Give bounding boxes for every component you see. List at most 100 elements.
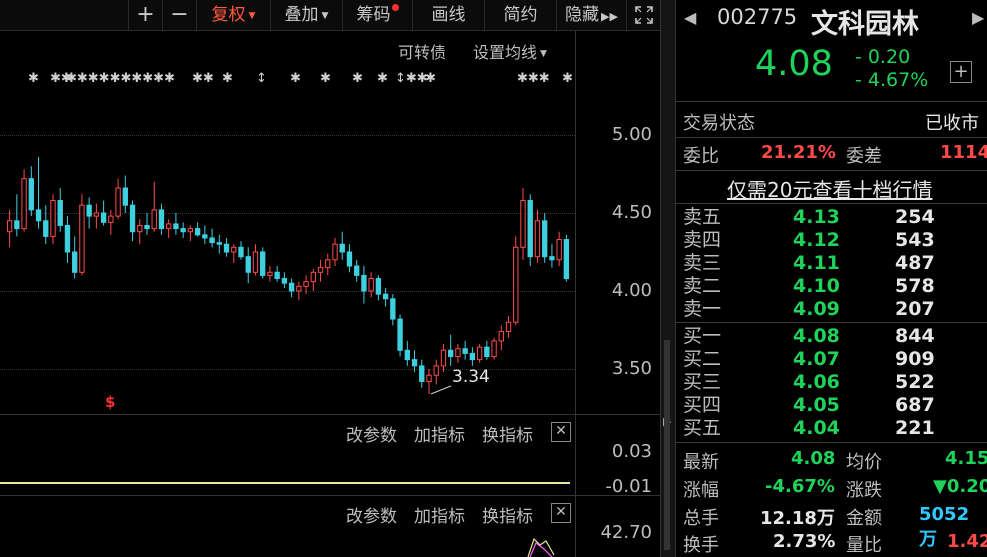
prev-stock-icon[interactable]: ◀ — [684, 8, 696, 27]
candle-body — [426, 374, 432, 382]
volume-value: 12.18万 — [760, 508, 835, 529]
avg-price-label: 均价 — [846, 452, 882, 473]
candle-body — [100, 212, 107, 223]
add-indicator-button[interactable]: 加指标 — [414, 502, 465, 527]
weibi-label: 委比 — [683, 146, 719, 167]
ask-row[interactable]: 卖一 4.09 207 — [675, 298, 987, 321]
avg-price-value: 4.15 — [945, 448, 987, 469]
notification-dot-icon — [391, 4, 399, 11]
volume-label: 总手 — [683, 508, 719, 529]
weibi-value: 21.21% — [761, 142, 836, 163]
next-stock-icon[interactable]: ▶ — [972, 8, 984, 27]
candle-body — [296, 285, 302, 292]
draw-line-button[interactable]: 画线 — [412, 0, 484, 30]
bid-level-label: 买五 — [683, 417, 722, 439]
bid-row[interactable]: 买三 4.06 522 — [675, 371, 987, 394]
candle-body — [180, 228, 186, 233]
hide-label: 隐藏 — [565, 5, 600, 25]
close-indicator-icon[interactable]: ✕ — [551, 422, 571, 442]
bid-level-label: 买三 — [683, 371, 722, 393]
level2-upsell-link[interactable]: 仅需20元查看十档行情 — [727, 174, 932, 203]
candle-body — [303, 281, 309, 287]
ask-price: 4.09 — [793, 298, 840, 320]
ask-row[interactable]: 卖五 4.13 254 — [675, 206, 987, 229]
price-axis-tick: 4.50 — [611, 202, 652, 223]
simple-mode-button[interactable]: 简约 — [484, 0, 556, 30]
switch-indicator-button[interactable]: 换指标 — [482, 421, 533, 446]
chevron-down-icon: ▼ — [321, 11, 329, 21]
panel-resize-handle[interactable]: ▶ — [660, 0, 676, 557]
ask-volume: 207 — [895, 298, 935, 320]
bid-price: 4.06 — [793, 371, 840, 393]
candle-body — [325, 259, 331, 269]
candle-body — [187, 228, 194, 233]
indicator-axis-tick: 0.03 — [611, 441, 652, 462]
candle-body — [556, 239, 562, 261]
hide-button[interactable]: 隐藏 ▶▶ — [556, 0, 626, 30]
price-axis-tick: 4.00 — [611, 280, 652, 301]
add-indicator-button[interactable]: 加指标 — [414, 421, 465, 446]
scrollbar[interactable] — [664, 340, 670, 550]
ask-row[interactable]: 卖三 4.11 487 — [675, 252, 987, 275]
switch-indicator-button[interactable]: 换指标 — [482, 502, 533, 527]
price-change: - 0.20 — [855, 46, 911, 68]
candle-body — [448, 349, 454, 358]
candle-body — [274, 271, 280, 280]
candle-body — [209, 237, 215, 244]
add-watchlist-icon[interactable]: + — [950, 61, 972, 83]
candle-body — [462, 348, 468, 354]
candle-body — [520, 200, 526, 248]
bid-price: 4.08 — [793, 325, 840, 347]
bid-row[interactable]: 买四 4.05 687 — [675, 394, 987, 417]
candle-body — [216, 242, 222, 245]
candle-body — [354, 265, 360, 276]
candle-body — [252, 251, 259, 273]
bid-row[interactable]: 买二 4.07 909 — [675, 348, 987, 371]
zoom-out-button[interactable]: − — [162, 0, 196, 30]
latest-label: 最新 — [683, 452, 719, 473]
candle-body — [231, 246, 237, 253]
divider — [675, 101, 987, 102]
ask-row[interactable]: 卖四 4.12 543 — [675, 229, 987, 252]
indicator-curves — [527, 537, 555, 557]
candle-body — [411, 359, 418, 367]
bid-volume: 221 — [895, 417, 935, 439]
candle-body — [115, 187, 121, 217]
candle-body — [361, 274, 367, 292]
bid-row[interactable]: 买五 4.04 221 — [675, 417, 987, 440]
close-indicator-icon[interactable]: ✕ — [551, 503, 571, 523]
overlay-dropdown[interactable]: 叠加 ▼ — [270, 0, 342, 30]
candle-body — [137, 224, 143, 233]
candle-body — [64, 224, 71, 253]
candle-body — [14, 220, 20, 230]
ask-row[interactable]: 卖二 4.10 578 — [675, 275, 987, 298]
candle-body — [527, 200, 533, 258]
ask-price: 4.10 — [793, 275, 840, 297]
candle-body — [144, 224, 150, 230]
overlay-label: 叠加 — [284, 5, 319, 25]
candle-body — [397, 318, 403, 351]
low-price-arrow — [430, 385, 452, 395]
chips-button[interactable]: 筹码 — [342, 0, 412, 30]
price-change-pct: - 4.67% — [855, 69, 929, 91]
candle-body — [455, 348, 461, 358]
candlestick-chart[interactable] — [0, 31, 575, 416]
fuquan-dropdown[interactable]: 复权 ▼ — [196, 0, 270, 30]
ask-volume: 578 — [895, 275, 935, 297]
candle-body — [549, 256, 555, 261]
divider — [675, 203, 987, 204]
candle-body — [6, 220, 13, 233]
candle-body — [484, 346, 490, 358]
fullscreen-icon — [634, 6, 653, 24]
latest-value: 4.08 — [791, 448, 836, 469]
bid-row[interactable]: 买一 4.08 844 — [675, 325, 987, 348]
dividend-marker-icon[interactable]: $ — [105, 393, 115, 411]
trade-status-label: 交易状态 — [683, 113, 755, 134]
change-params-button[interactable]: 改参数 — [346, 421, 397, 446]
zoom-in-button[interactable]: + — [128, 0, 162, 30]
ask-level-label: 卖四 — [683, 229, 722, 251]
bid-level-label: 买一 — [683, 325, 722, 347]
change-params-button[interactable]: 改参数 — [346, 502, 397, 527]
fullscreen-button[interactable] — [626, 0, 660, 30]
candle-body — [433, 365, 439, 376]
